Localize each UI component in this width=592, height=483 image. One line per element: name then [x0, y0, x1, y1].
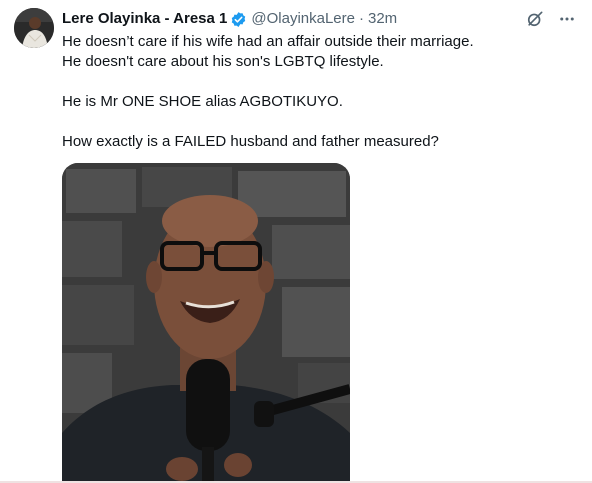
- tweet-line: He doesn’t care if his wife had an affai…: [62, 33, 474, 50]
- avatar[interactable]: [14, 8, 54, 48]
- more-icon[interactable]: [556, 8, 578, 30]
- tweet-line: He doesn't care about his son's LGBTQ li…: [62, 53, 384, 70]
- tweet-media[interactable]: [62, 163, 350, 483]
- tweet-line: How exactly is a FAILED husband and fath…: [62, 133, 439, 150]
- tweet-line-gap: [62, 72, 572, 92]
- tweet-actions: [524, 8, 578, 30]
- media-image: [62, 163, 350, 483]
- avatar-image: [14, 8, 54, 48]
- tweet-line: He is Mr ONE SHOE alias AGBOTIKUYO.: [62, 93, 343, 110]
- separator-dot: ·: [358, 10, 364, 27]
- timestamp[interactable]: 32m: [368, 9, 397, 29]
- tweet-text: He doesn’t care if his wife had an affai…: [62, 32, 572, 152]
- author-name[interactable]: Lere Olayinka - Aresa 1: [62, 9, 227, 29]
- grok-icon[interactable]: [524, 8, 546, 30]
- tweet-header: Lere Olayinka - Aresa 1 @OlayinkaLere · …: [62, 9, 397, 29]
- tweet-line-gap: [62, 112, 572, 132]
- author-handle[interactable]: @OlayinkaLere: [251, 9, 355, 29]
- tweet[interactable]: Lere Olayinka - Aresa 1 @OlayinkaLere · …: [0, 0, 592, 483]
- verified-badge-icon: [230, 11, 247, 28]
